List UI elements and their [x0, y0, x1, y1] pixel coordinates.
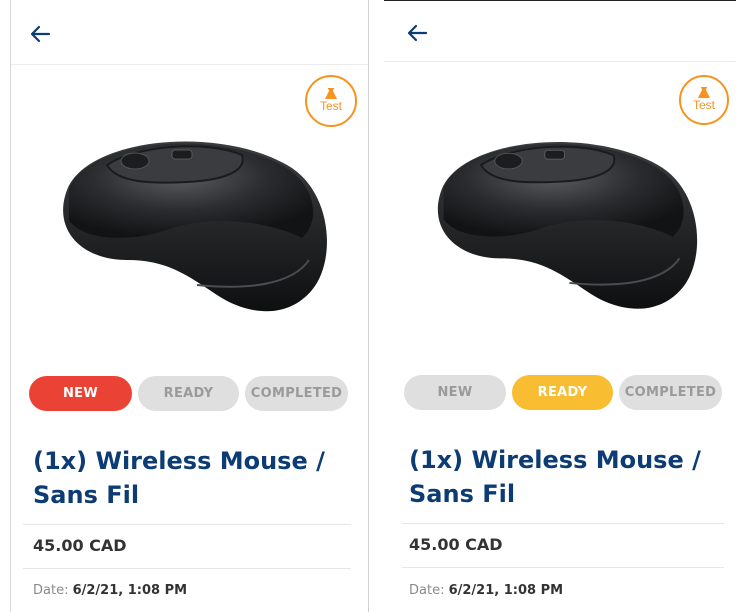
header-bar [11, 0, 368, 65]
back-arrow-icon[interactable] [29, 23, 51, 45]
test-badge-label: Test [692, 97, 715, 112]
divider [402, 523, 724, 524]
order-date-value: 6/2/21, 1:08 PM [448, 583, 564, 598]
product-image-mouse [437, 141, 698, 309]
status-ready-pill[interactable]: READY [138, 376, 239, 411]
product-title-line1: (1x) Wireless Mouse / [409, 446, 701, 474]
product-title-line2: Sans Fil [409, 480, 516, 508]
product-title-line1: (1x) Wireless Mouse / [33, 447, 325, 475]
status-completed-pill[interactable]: COMPLETED [619, 375, 722, 410]
header-bar [384, 1, 736, 62]
order-screen-ready: Test NEW READY COMPLETED (1x) Wireless M… [384, 0, 736, 613]
flask-icon [325, 87, 337, 99]
back-arrow-icon[interactable] [406, 22, 428, 44]
status-completed-pill[interactable]: COMPLETED [245, 376, 348, 411]
product-price: 45.00 CAD [33, 536, 127, 555]
divider [23, 524, 351, 525]
product-title: (1x) Wireless Mouse / Sans Fil [409, 443, 709, 511]
divider [402, 567, 724, 568]
order-screen-new: Test NEW READY COMPLETED (1x) Wireless M… [10, 0, 369, 612]
product-title-line2: Sans Fil [33, 481, 140, 509]
test-badge[interactable]: Test [679, 75, 729, 125]
order-date-value: 6/2/21, 1:08 PM [72, 583, 188, 598]
flask-icon [698, 86, 710, 98]
status-new-pill[interactable]: NEW [404, 375, 506, 410]
status-ready-pill[interactable]: READY [512, 375, 613, 410]
product-image-mouse [63, 141, 327, 312]
status-new-pill[interactable]: NEW [29, 376, 132, 411]
product-title: (1x) Wireless Mouse / Sans Fil [33, 444, 343, 512]
product-price: 45.00 CAD [409, 535, 503, 554]
test-badge-label: Test [319, 98, 342, 113]
divider [23, 568, 351, 569]
order-date-label: Date: [409, 583, 445, 598]
order-date-label: Date: [33, 583, 69, 598]
order-date: Date: 6/2/21, 1:08 PM [409, 583, 563, 598]
order-date: Date: 6/2/21, 1:08 PM [33, 583, 187, 598]
